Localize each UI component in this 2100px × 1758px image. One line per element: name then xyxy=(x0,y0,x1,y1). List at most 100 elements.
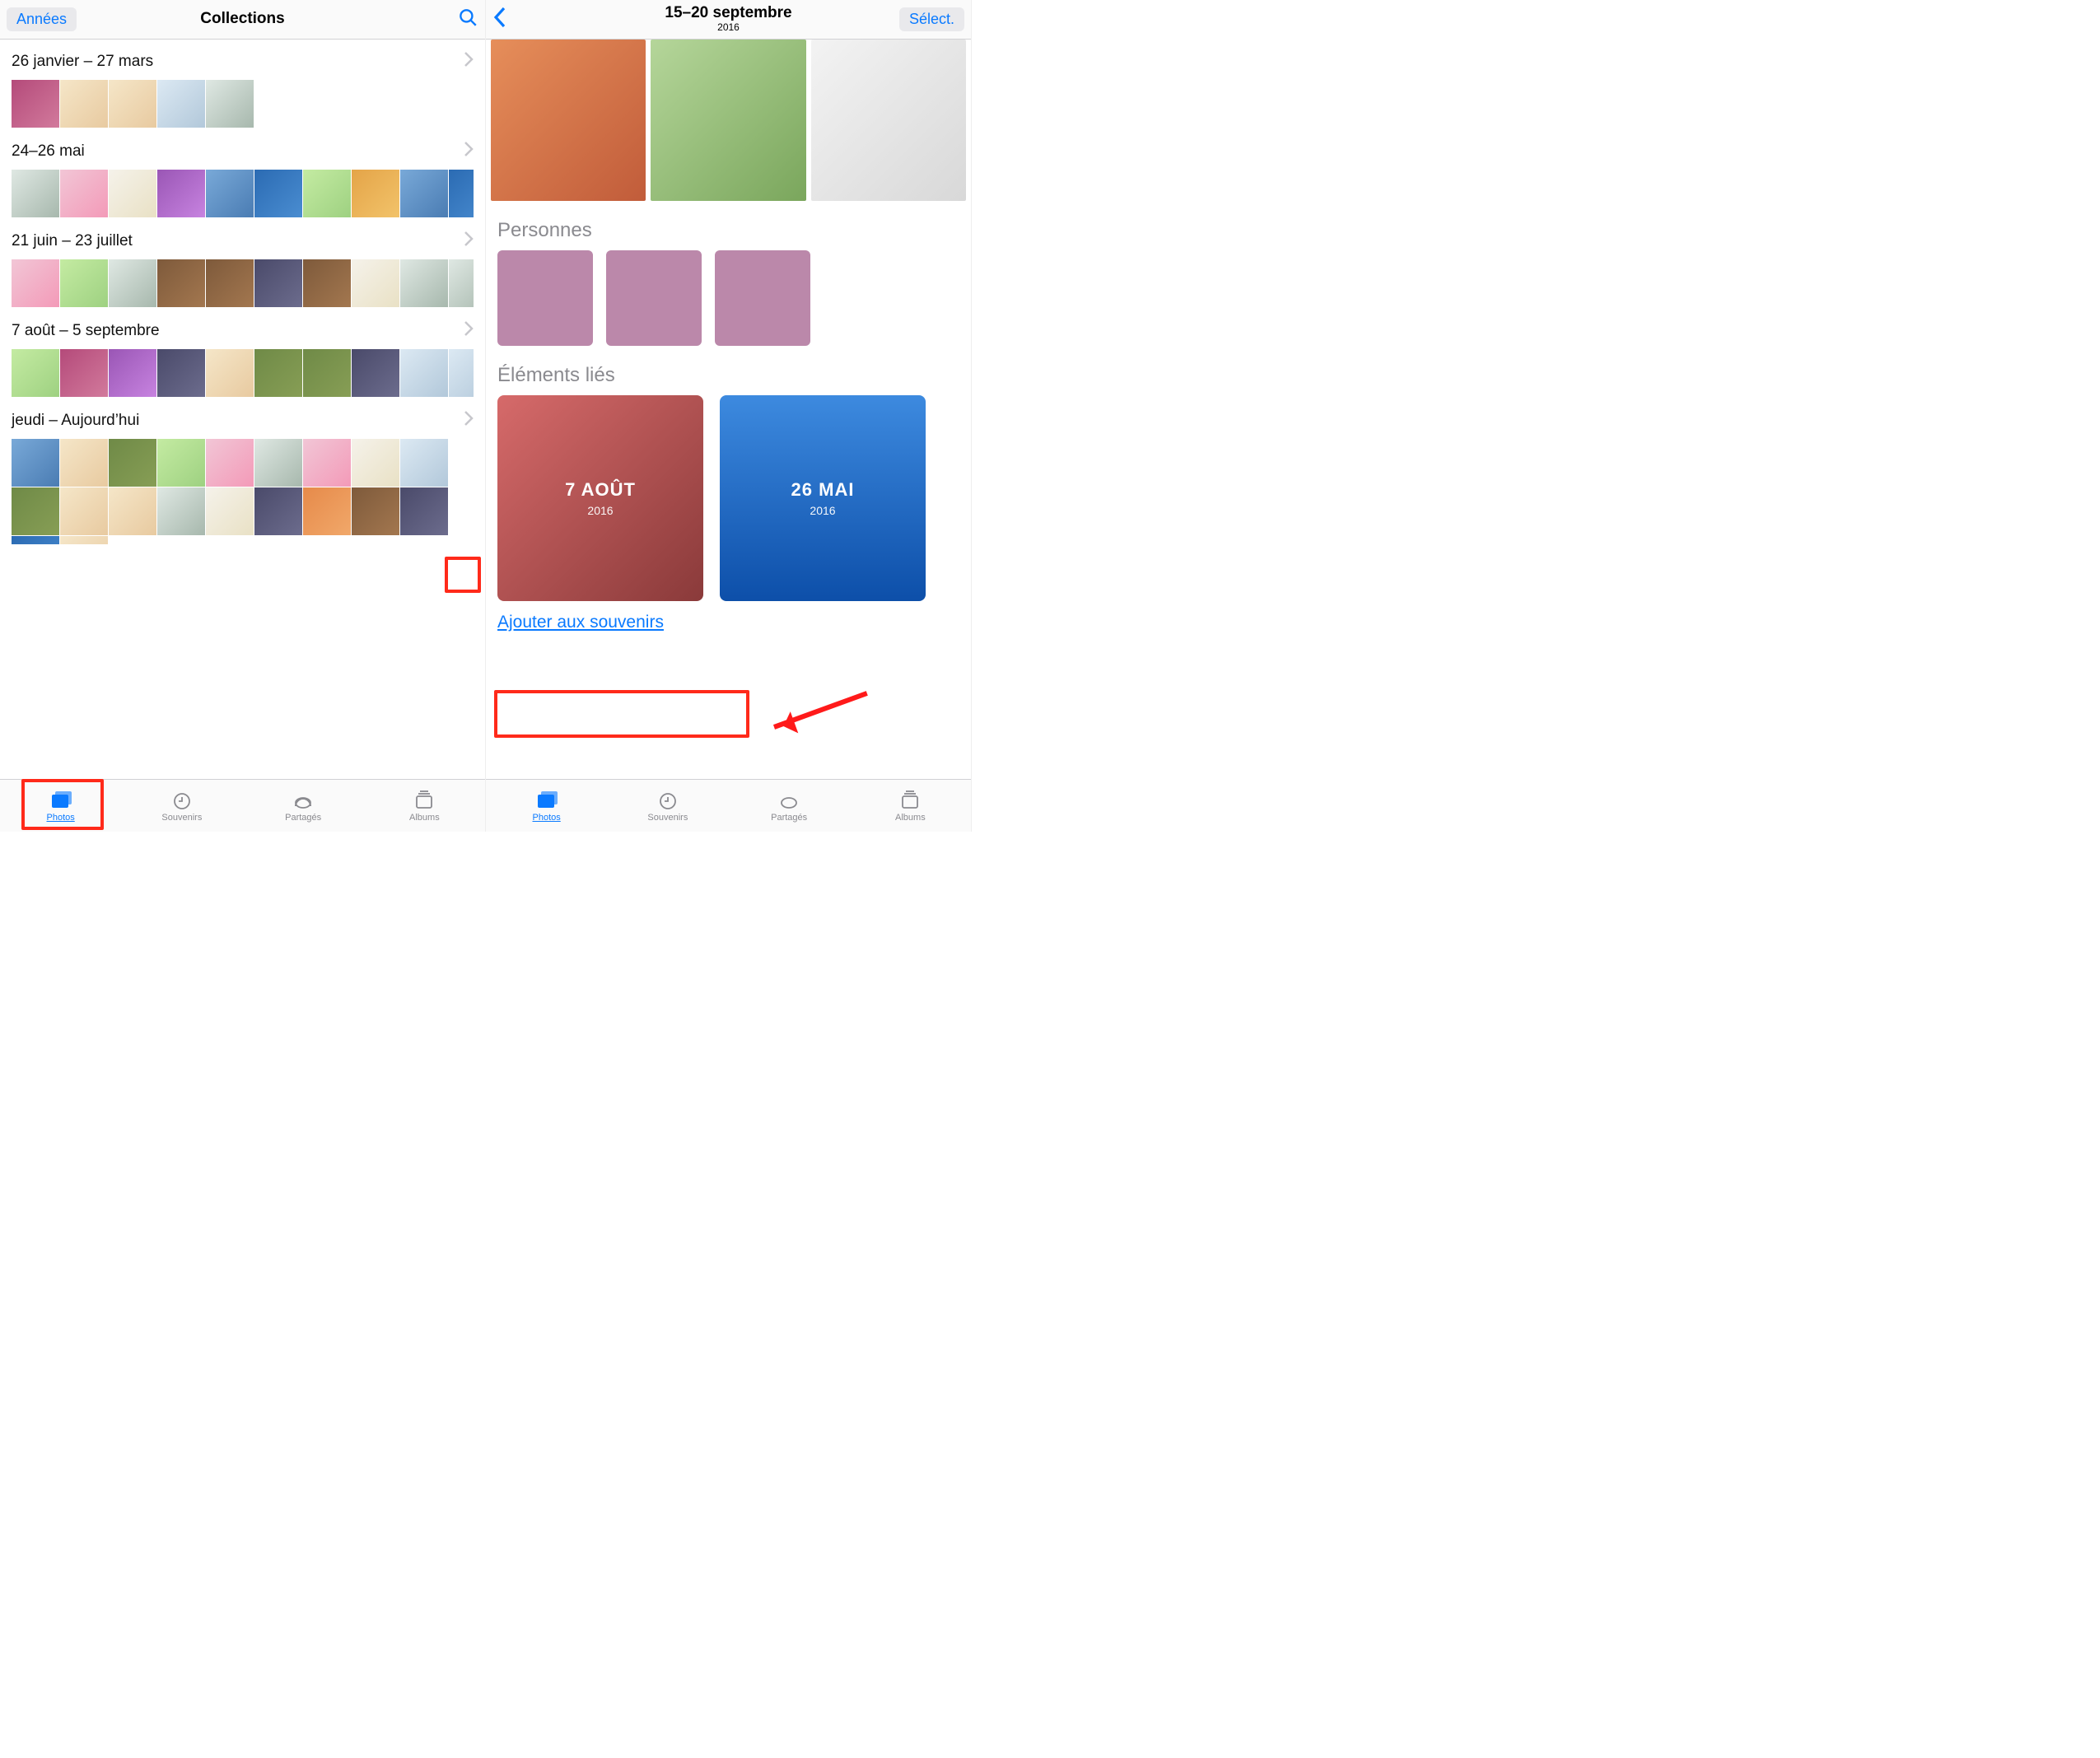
photo-thumb[interactable] xyxy=(303,259,351,307)
photo-thumb[interactable] xyxy=(60,349,108,397)
back-chevron-icon[interactable] xyxy=(492,6,507,33)
photo-thumb[interactable] xyxy=(109,439,156,487)
photo-thumb[interactable] xyxy=(352,487,399,535)
thumbnail-strip xyxy=(12,439,474,544)
photo-thumb[interactable] xyxy=(254,170,302,217)
photo-thumb[interactable] xyxy=(352,439,399,487)
person-face[interactable] xyxy=(715,250,810,346)
select-button[interactable]: Sélect. xyxy=(899,7,964,31)
related-heading: Éléments liés xyxy=(486,346,971,395)
section-title: 7 août – 5 septembre xyxy=(12,322,160,340)
memory-card[interactable]: 26 MAI 2016 xyxy=(720,395,926,601)
add-to-memories-link[interactable]: Ajouter aux souvenirs xyxy=(486,601,971,644)
photo-thumb[interactable] xyxy=(12,536,59,544)
moment-content: Personnes Éléments liés 7 AOÛT 2016 26 M… xyxy=(486,40,971,779)
photo-thumb[interactable] xyxy=(352,349,399,397)
photo-thumb[interactable] xyxy=(60,80,108,128)
photo-thumb[interactable] xyxy=(157,439,205,487)
tab-memories[interactable]: Souvenirs xyxy=(607,780,728,832)
people-heading: Personnes xyxy=(486,201,971,250)
photo-thumb[interactable] xyxy=(206,349,254,397)
person-face[interactable] xyxy=(606,250,702,346)
photo-thumb[interactable] xyxy=(12,170,59,217)
photo-thumb[interactable] xyxy=(303,170,351,217)
photo-thumb[interactable] xyxy=(109,349,156,397)
section-jun-jul[interactable]: 21 juin – 23 juillet xyxy=(12,231,474,251)
screen-moment-detail: 15–20 septembre 2016 Sélect. Personnes É… xyxy=(486,0,972,832)
tab-albums[interactable]: Albums xyxy=(850,780,971,832)
photo-thumb[interactable] xyxy=(303,487,351,535)
tab-shared[interactable]: Partagés xyxy=(243,780,364,832)
memory-year: 2016 xyxy=(810,504,835,517)
photo-thumb[interactable] xyxy=(206,487,254,535)
tabbar: Photos Souvenirs Partagés Albums xyxy=(0,779,485,832)
tab-label: Albums xyxy=(895,813,926,823)
photo-thumb[interactable] xyxy=(60,259,108,307)
photo-thumb[interactable] xyxy=(491,40,646,201)
photo-thumb[interactable] xyxy=(206,259,254,307)
photo-thumb[interactable] xyxy=(60,536,108,544)
photo-thumb[interactable] xyxy=(60,439,108,487)
photo-thumb[interactable] xyxy=(254,487,302,535)
section-aug-sep[interactable]: 7 août – 5 septembre xyxy=(12,320,474,341)
photo-thumb[interactable] xyxy=(12,80,59,128)
date-range: 15–20 septembre xyxy=(665,4,791,21)
chevron-right-icon xyxy=(464,410,474,431)
photo-thumb[interactable] xyxy=(157,80,205,128)
navbar-right: 15–20 septembre 2016 Sélect. xyxy=(486,0,971,40)
section-today[interactable]: jeudi – Aujourd’hui xyxy=(12,410,474,431)
photo-thumb[interactable] xyxy=(254,439,302,487)
photo-thumb[interactable] xyxy=(206,80,254,128)
photo-thumb[interactable] xyxy=(157,487,205,535)
section-jan-mar[interactable]: 26 janvier – 27 mars xyxy=(12,51,474,72)
memory-card[interactable]: 7 AOÛT 2016 xyxy=(497,395,703,601)
photo-thumb[interactable] xyxy=(109,259,156,307)
photo-thumb[interactable] xyxy=(449,349,474,397)
search-icon[interactable] xyxy=(457,7,478,32)
memory-year: 2016 xyxy=(587,504,613,517)
section-may[interactable]: 24–26 mai xyxy=(12,141,474,161)
photo-thumb[interactable] xyxy=(206,170,254,217)
photo-thumb[interactable] xyxy=(206,439,254,487)
tab-memories[interactable]: Souvenirs xyxy=(121,780,242,832)
thumbnail-strip xyxy=(12,349,474,399)
photo-thumb[interactable] xyxy=(109,170,156,217)
photo-thumb[interactable] xyxy=(352,170,399,217)
photo-thumb[interactable] xyxy=(303,439,351,487)
photo-thumb[interactable] xyxy=(400,349,448,397)
tab-shared[interactable]: Partagés xyxy=(729,780,850,832)
photo-thumb[interactable] xyxy=(449,259,474,307)
photo-thumb[interactable] xyxy=(254,349,302,397)
photo-thumb[interactable] xyxy=(109,487,156,535)
section-title: 24–26 mai xyxy=(12,142,85,161)
photo-thumb[interactable] xyxy=(811,40,966,201)
tab-photos[interactable]: Photos xyxy=(486,780,607,832)
photo-thumb[interactable] xyxy=(157,349,205,397)
photo-thumb[interactable] xyxy=(400,439,448,487)
photo-thumb[interactable] xyxy=(303,349,351,397)
related-memories-row: 7 AOÛT 2016 26 MAI 2016 xyxy=(486,395,971,601)
person-face[interactable] xyxy=(497,250,593,346)
photo-thumb[interactable] xyxy=(109,80,156,128)
back-button-years[interactable]: Années xyxy=(7,7,77,31)
section-title: 26 janvier – 27 mars xyxy=(12,53,153,71)
photo-thumb[interactable] xyxy=(157,170,205,217)
photo-thumb[interactable] xyxy=(60,487,108,535)
photo-thumb[interactable] xyxy=(352,259,399,307)
photo-thumb[interactable] xyxy=(12,487,59,535)
photo-thumb[interactable] xyxy=(449,170,474,217)
photo-thumb[interactable] xyxy=(12,259,59,307)
photo-thumb[interactable] xyxy=(400,170,448,217)
photo-thumb[interactable] xyxy=(400,487,448,535)
photo-thumb[interactable] xyxy=(157,259,205,307)
photo-thumb[interactable] xyxy=(651,40,805,201)
photo-thumb[interactable] xyxy=(400,259,448,307)
photo-thumb[interactable] xyxy=(12,349,59,397)
section-title: jeudi – Aujourd’hui xyxy=(12,412,139,430)
photo-thumb[interactable] xyxy=(12,439,59,487)
tab-label: Souvenirs xyxy=(647,813,688,823)
photo-thumb[interactable] xyxy=(254,259,302,307)
photo-thumb[interactable] xyxy=(60,170,108,217)
tab-photos[interactable]: Photos xyxy=(0,780,121,832)
tab-albums[interactable]: Albums xyxy=(364,780,485,832)
